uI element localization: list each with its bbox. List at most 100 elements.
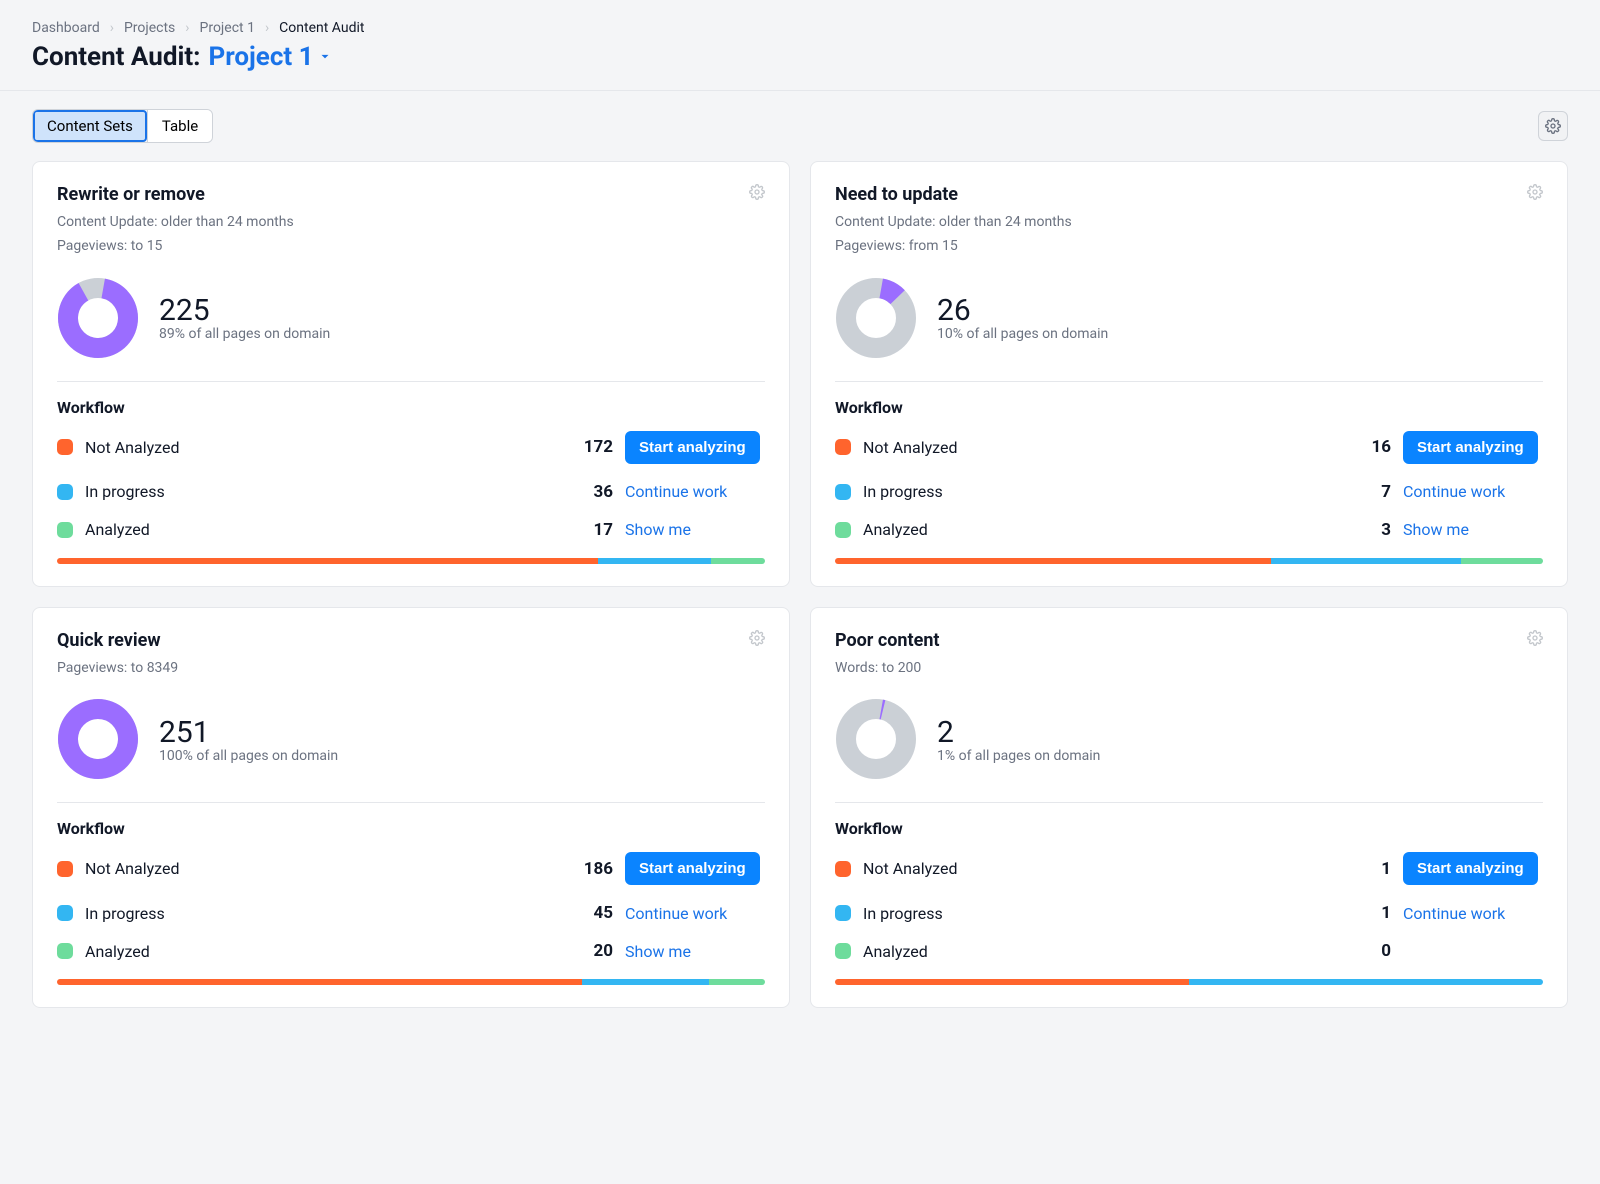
continue-work-link[interactable]: Continue work <box>1403 482 1505 501</box>
workflow-label: In progress <box>863 482 943 501</box>
gear-icon <box>749 184 765 200</box>
divider <box>57 381 765 382</box>
workflow-progress-bar <box>57 979 765 985</box>
card-meta: Content Update: older than 24 monthsPage… <box>835 211 1543 259</box>
title-prefix: Content Audit: <box>32 42 200 72</box>
workflow-row-not-analyzed: Not Analyzed 1 Start analyzing <box>835 852 1543 885</box>
workflow-heading: Workflow <box>835 819 1543 838</box>
bar-seg-analyzed <box>711 558 764 564</box>
show-me-link[interactable]: Show me <box>625 942 691 961</box>
page-title: Content Audit: Project 1 <box>32 42 1568 72</box>
crumb-projects[interactable]: Projects <box>124 20 175 36</box>
workflow-count: 1 <box>1351 903 1391 923</box>
bar-seg-not-analyzed <box>835 979 1189 985</box>
card-title: Quick review <box>57 630 161 651</box>
tab-table[interactable]: Table <box>147 110 212 142</box>
workflow-label: In progress <box>863 904 943 923</box>
project-name: Project 1 <box>208 42 313 72</box>
bar-seg-not-analyzed <box>57 558 598 564</box>
card-total: 225 <box>159 293 330 328</box>
card-settings-button[interactable] <box>749 630 765 650</box>
donut-chart <box>835 698 917 780</box>
continue-work-link[interactable]: Continue work <box>625 904 727 923</box>
crumb-current: Content Audit <box>279 20 364 36</box>
card-meta-line: Content Update: older than 24 months <box>835 211 1543 235</box>
page-settings-button[interactable] <box>1538 111 1568 141</box>
workflow-count: 186 <box>573 859 613 879</box>
continue-work-link[interactable]: Continue work <box>1403 904 1505 923</box>
workflow-count: 0 <box>1351 941 1391 961</box>
crumb-project1[interactable]: Project 1 <box>200 20 255 36</box>
swatch-cyan-icon <box>57 484 73 500</box>
card-meta-line: Words: to 200 <box>835 657 1543 681</box>
workflow-label: Analyzed <box>863 520 928 539</box>
swatch-orange-icon <box>835 439 851 455</box>
bar-seg-not-analyzed <box>57 979 582 985</box>
workflow-row-analyzed: Analyzed 17 Show me <box>57 520 765 540</box>
swatch-green-icon <box>835 943 851 959</box>
divider <box>835 381 1543 382</box>
swatch-green-icon <box>57 522 73 538</box>
workflow-row-analyzed: Analyzed 3 Show me <box>835 520 1543 540</box>
bar-seg-in-progress <box>598 558 711 564</box>
card-total: 26 <box>937 293 1108 328</box>
divider <box>57 802 765 803</box>
workflow-count: 36 <box>573 482 613 502</box>
workflow-label: Analyzed <box>85 520 150 539</box>
swatch-orange-icon <box>835 861 851 877</box>
tab-content-sets[interactable]: Content Sets <box>33 110 147 142</box>
continue-work-link[interactable]: Continue work <box>625 482 727 501</box>
workflow-label: Not Analyzed <box>863 859 958 878</box>
workflow-label: Analyzed <box>863 942 928 961</box>
card-settings-button[interactable] <box>749 184 765 204</box>
workflow-count: 1 <box>1351 859 1391 879</box>
start-analyzing-button[interactable]: Start analyzing <box>1403 431 1538 464</box>
workflow-label: In progress <box>85 482 165 501</box>
divider <box>0 90 1600 91</box>
card-settings-button[interactable] <box>1527 184 1543 204</box>
show-me-link[interactable]: Show me <box>625 520 691 539</box>
content-set-card: Poor content Words: to 200 2 1% of all p… <box>810 607 1568 1009</box>
workflow-label: Not Analyzed <box>85 438 180 457</box>
chevron-right-icon: › <box>110 20 114 36</box>
card-meta: Words: to 200 <box>835 657 1543 681</box>
swatch-green-icon <box>835 522 851 538</box>
workflow-count: 20 <box>573 941 613 961</box>
workflow-count: 16 <box>1351 437 1391 457</box>
workflow-label: Not Analyzed <box>863 438 958 457</box>
start-analyzing-button[interactable]: Start analyzing <box>625 852 760 885</box>
workflow-row-in-progress: In progress 1 Continue work <box>835 903 1543 923</box>
card-meta-line: Content Update: older than 24 months <box>57 211 765 235</box>
card-subtitle: 100% of all pages on domain <box>159 748 338 764</box>
card-title: Need to update <box>835 184 958 205</box>
swatch-orange-icon <box>57 439 73 455</box>
workflow-label: Not Analyzed <box>85 859 180 878</box>
workflow-progress-bar <box>835 558 1543 564</box>
workflow-count: 17 <box>573 520 613 540</box>
workflow-row-in-progress: In progress 7 Continue work <box>835 482 1543 502</box>
chevron-down-icon <box>318 50 332 64</box>
card-settings-button[interactable] <box>1527 630 1543 650</box>
view-tabs: Content Sets Table <box>32 109 213 143</box>
card-meta: Pageviews: to 8349 <box>57 657 765 681</box>
workflow-row-not-analyzed: Not Analyzed 16 Start analyzing <box>835 431 1543 464</box>
card-subtitle: 1% of all pages on domain <box>937 748 1100 764</box>
workflow-row-not-analyzed: Not Analyzed 172 Start analyzing <box>57 431 765 464</box>
show-me-link[interactable]: Show me <box>1403 520 1469 539</box>
workflow-heading: Workflow <box>57 819 765 838</box>
card-subtitle: 89% of all pages on domain <box>159 326 330 342</box>
bar-seg-not-analyzed <box>835 558 1271 564</box>
start-analyzing-button[interactable]: Start analyzing <box>1403 852 1538 885</box>
workflow-progress-bar <box>835 979 1543 985</box>
crumb-dashboard[interactable]: Dashboard <box>32 20 100 36</box>
swatch-cyan-icon <box>835 484 851 500</box>
donut-chart <box>835 277 917 359</box>
card-meta-line: Pageviews: to 8349 <box>57 657 765 681</box>
workflow-row-analyzed: Analyzed 0 <box>835 941 1543 961</box>
card-total: 251 <box>159 715 338 750</box>
project-switcher[interactable]: Project 1 <box>208 42 331 72</box>
content-set-card: Rewrite or remove Content Update: older … <box>32 161 790 587</box>
workflow-count: 7 <box>1351 482 1391 502</box>
start-analyzing-button[interactable]: Start analyzing <box>625 431 760 464</box>
content-set-card: Need to update Content Update: older tha… <box>810 161 1568 587</box>
